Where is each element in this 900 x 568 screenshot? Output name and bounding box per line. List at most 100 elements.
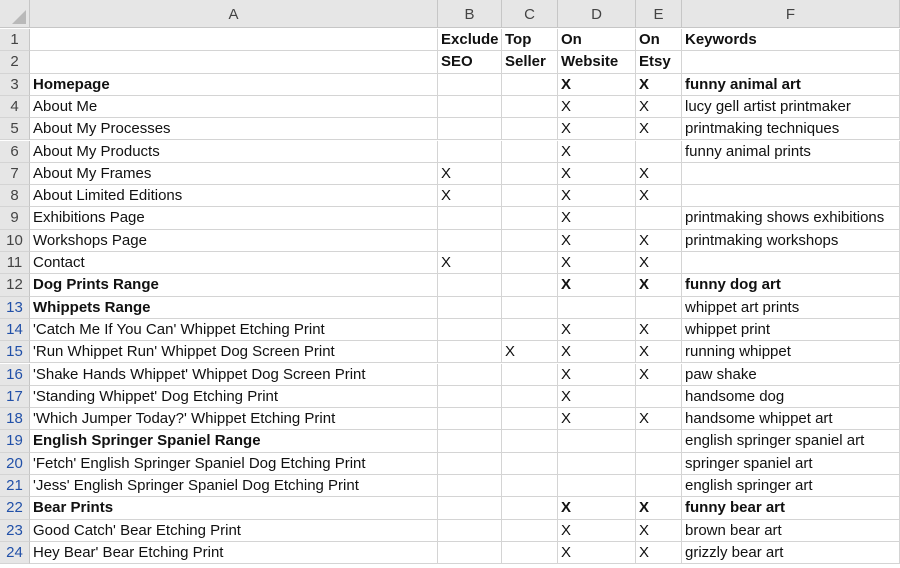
cell-b1[interactable]: Exclude [438,29,502,52]
row-header-7[interactable]: 7 [0,162,30,186]
row-header-1[interactable]: 1 [0,29,30,52]
cell-a6[interactable]: About My Products [30,140,438,163]
cell-d16[interactable]: X [558,363,636,386]
cell-c17[interactable] [502,385,558,409]
cell-f4[interactable]: lucy gell artist printmaker [682,95,900,119]
cell-d5[interactable]: X [558,118,636,141]
cell-a4[interactable]: About Me [30,95,438,119]
column-header-b[interactable]: B [438,0,502,28]
cell-d20[interactable] [558,452,636,475]
cell-c24[interactable] [502,541,558,565]
cell-c7[interactable] [502,162,558,186]
cell-b13[interactable] [438,296,502,319]
cell-c19[interactable] [502,430,558,453]
cell-b8[interactable]: X [438,185,502,208]
cell-d2[interactable]: Website [558,51,636,74]
cell-f17[interactable]: handsome dog [682,385,900,409]
cell-a15[interactable]: 'Run Whippet Run' Whippet Dog Screen Pri… [30,341,438,364]
row-header-14[interactable]: 14 [0,318,30,342]
cell-f16[interactable]: paw shake [682,363,900,386]
cell-d4[interactable]: X [558,95,636,119]
cell-e3[interactable]: X [636,73,682,96]
cell-e24[interactable]: X [636,541,682,565]
cell-b22[interactable] [438,497,502,520]
cell-b23[interactable] [438,519,502,542]
cell-a17[interactable]: 'Standing Whippet' Dog Etching Print [30,385,438,409]
cell-b24[interactable] [438,541,502,565]
cell-f19[interactable]: english springer spaniel art [682,430,900,453]
cell-e23[interactable]: X [636,519,682,542]
cell-b7[interactable]: X [438,162,502,186]
cell-f5[interactable]: printmaking techniques [682,118,900,141]
cell-a5[interactable]: About My Processes [30,118,438,141]
cell-b14[interactable] [438,318,502,342]
cell-c3[interactable] [502,73,558,96]
cell-d17[interactable]: X [558,385,636,409]
row-header-3[interactable]: 3 [0,73,30,96]
cell-c22[interactable] [502,497,558,520]
cell-b11[interactable]: X [438,252,502,275]
row-header-15[interactable]: 15 [0,341,30,364]
cell-b10[interactable] [438,229,502,252]
cell-f9[interactable]: printmaking shows exhibitions [682,207,900,230]
cell-e12[interactable]: X [636,274,682,297]
cell-e20[interactable] [636,452,682,475]
cell-d24[interactable]: X [558,541,636,565]
cell-e6[interactable] [636,140,682,163]
cell-e21[interactable] [636,475,682,498]
cell-f11[interactable] [682,252,900,275]
cell-e10[interactable]: X [636,229,682,252]
cell-c12[interactable] [502,274,558,297]
cell-e14[interactable]: X [636,318,682,342]
column-header-f[interactable]: F [682,0,900,28]
row-header-9[interactable]: 9 [0,207,30,230]
cell-a23[interactable]: Good Catch' Bear Etching Print [30,519,438,542]
cell-d13[interactable] [558,296,636,319]
row-header-20[interactable]: 20 [0,452,30,475]
row-header-17[interactable]: 17 [0,385,30,409]
cell-a21[interactable]: 'Jess' English Springer Spaniel Dog Etch… [30,475,438,498]
cell-c13[interactable] [502,296,558,319]
cell-f23[interactable]: brown bear art [682,519,900,542]
cell-f12[interactable]: funny dog art [682,274,900,297]
cell-c1[interactable]: Top [502,29,558,52]
row-header-19[interactable]: 19 [0,430,30,453]
row-header-21[interactable]: 21 [0,475,30,498]
cell-f7[interactable] [682,162,900,186]
cell-e15[interactable]: X [636,341,682,364]
cell-f1[interactable]: Keywords [682,29,900,52]
cell-c6[interactable] [502,140,558,163]
cell-b4[interactable] [438,95,502,119]
cell-e18[interactable]: X [636,408,682,431]
cell-d3[interactable]: X [558,73,636,96]
cell-b6[interactable] [438,140,502,163]
cell-e9[interactable] [636,207,682,230]
cell-b12[interactable] [438,274,502,297]
cell-a9[interactable]: Exhibitions Page [30,207,438,230]
cell-a12[interactable]: Dog Prints Range [30,274,438,297]
cell-c8[interactable] [502,185,558,208]
cell-a8[interactable]: About Limited Editions [30,185,438,208]
cell-c9[interactable] [502,207,558,230]
cell-d7[interactable]: X [558,162,636,186]
cell-e11[interactable]: X [636,252,682,275]
cell-e16[interactable]: X [636,363,682,386]
cell-c23[interactable] [502,519,558,542]
row-header-11[interactable]: 11 [0,252,30,275]
cell-b15[interactable] [438,341,502,364]
row-header-2[interactable]: 2 [0,51,30,74]
cell-b20[interactable] [438,452,502,475]
cell-c10[interactable] [502,229,558,252]
cell-b2[interactable]: SEO [438,51,502,74]
cell-b21[interactable] [438,475,502,498]
row-header-12[interactable]: 12 [0,274,30,297]
cell-e1[interactable]: On [636,29,682,52]
cell-e19[interactable] [636,430,682,453]
cell-e17[interactable] [636,385,682,409]
cell-a2[interactable] [30,51,438,74]
cell-c20[interactable] [502,452,558,475]
cell-a3[interactable]: Homepage [30,73,438,96]
column-header-d[interactable]: D [558,0,636,28]
cell-b19[interactable] [438,430,502,453]
cell-b16[interactable] [438,363,502,386]
